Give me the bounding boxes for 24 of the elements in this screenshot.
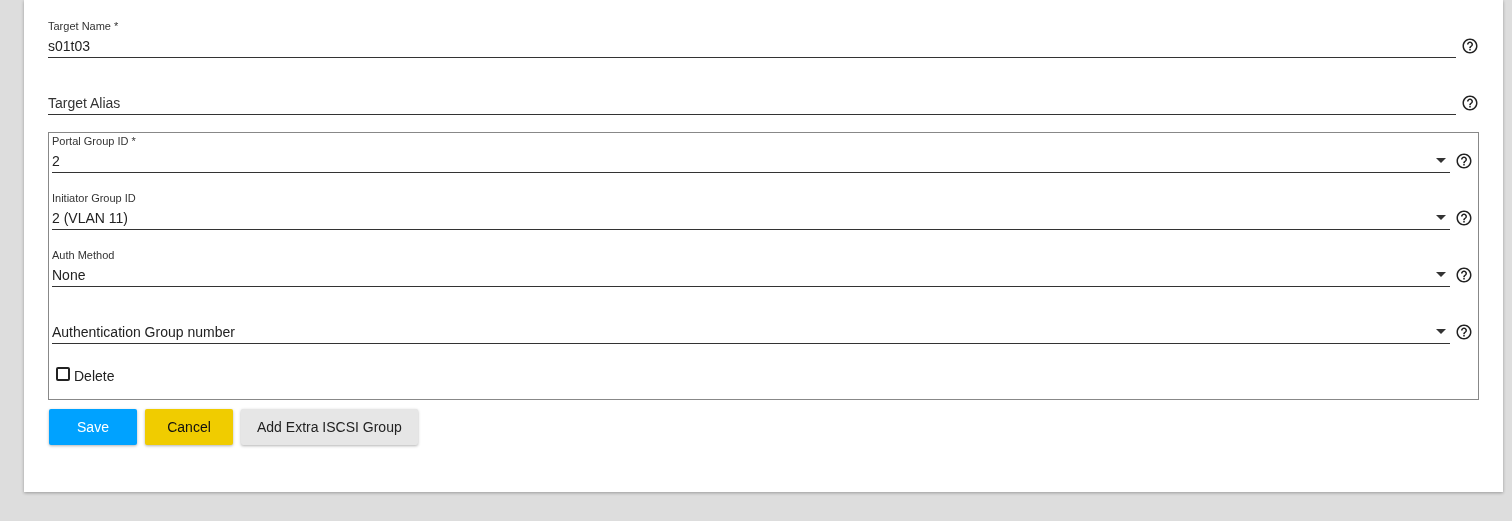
help-icon[interactable] <box>1461 94 1479 112</box>
help-icon[interactable] <box>1455 209 1473 227</box>
caret-icon <box>1436 329 1446 334</box>
caret-icon <box>1436 272 1446 277</box>
help-icon[interactable] <box>1455 323 1473 341</box>
help-icon[interactable] <box>1455 266 1473 284</box>
add-group-button[interactable]: Add Extra ISCSI Group <box>241 409 418 445</box>
cancel-button[interactable]: Cancel <box>145 409 233 445</box>
field-label: Target Name * <box>48 20 119 32</box>
select-field[interactable]: 2 (VLAN 11) <box>52 206 1450 230</box>
help-icon[interactable] <box>1455 152 1473 170</box>
field-label: Portal Group ID * <box>52 135 136 147</box>
checkbox[interactable] <box>56 367 70 381</box>
help-icon[interactable] <box>1461 37 1479 55</box>
select-field[interactable]: Authentication Group number <box>52 320 1450 344</box>
select-field[interactable]: 2 <box>52 149 1450 173</box>
select-field[interactable]: None <box>52 263 1450 287</box>
caret-icon <box>1436 215 1446 220</box>
text-field[interactable]: s01t03 <box>48 34 1456 58</box>
text-field[interactable]: Target Alias <box>48 91 1456 115</box>
checkbox-label: Delete <box>74 368 115 384</box>
caret-icon <box>1436 158 1446 163</box>
field-label: Auth Method <box>52 249 115 261</box>
field-label: Initiator Group ID <box>52 192 136 204</box>
